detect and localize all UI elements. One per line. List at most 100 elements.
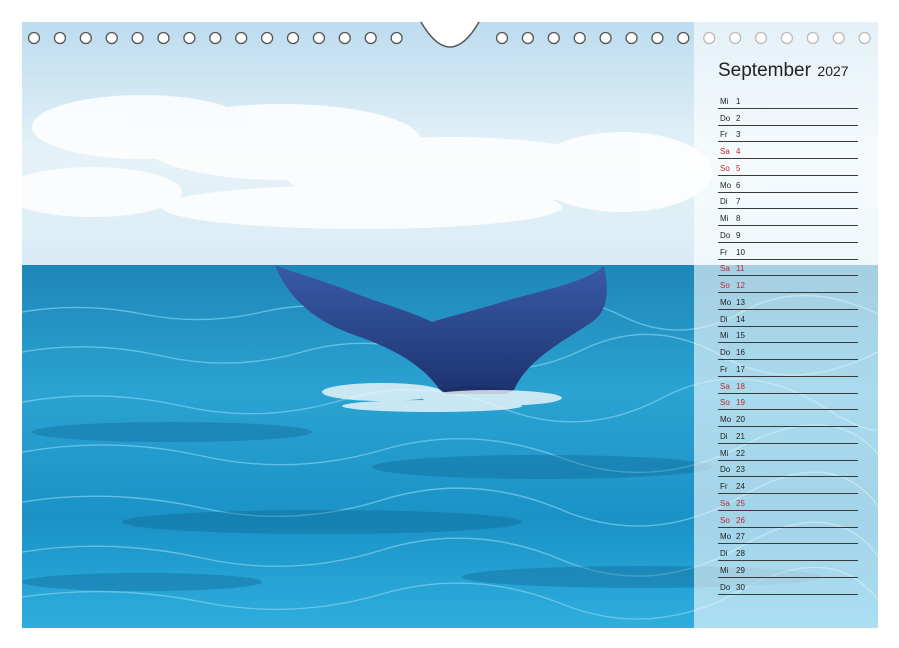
day-number: 12 bbox=[736, 281, 745, 290]
day-row: Do 23 bbox=[718, 461, 858, 478]
weekday-label: So bbox=[720, 398, 730, 408]
weekday-label: Mi bbox=[720, 214, 729, 223]
day-number: 26 bbox=[736, 515, 745, 525]
day-row: Sa 4 bbox=[718, 142, 858, 159]
day-row: Mo 6 bbox=[718, 176, 858, 193]
binding-ring bbox=[390, 31, 403, 45]
weekday-label: Sa bbox=[720, 381, 730, 391]
day-row: Mo 13 bbox=[718, 293, 858, 310]
weekday-label: Mo bbox=[720, 532, 732, 542]
day-row: Fr 10 bbox=[718, 243, 858, 260]
binding-ring bbox=[235, 31, 248, 45]
binding-ring bbox=[260, 31, 274, 45]
day-number: 20 bbox=[736, 415, 745, 424]
day-row: Mo 20 bbox=[718, 410, 858, 427]
day-row: Mi 15 bbox=[718, 327, 858, 344]
binding-ring bbox=[547, 31, 560, 45]
day-row: Mi 29 bbox=[718, 561, 858, 578]
binding-ring bbox=[79, 31, 92, 45]
day-number: 25 bbox=[736, 498, 745, 508]
day-number: 18 bbox=[736, 381, 745, 391]
month-name: September bbox=[718, 60, 811, 81]
weekday-label: Sa bbox=[720, 498, 730, 508]
day-number: 14 bbox=[736, 314, 745, 324]
day-list: Mi 1 Do 2 Fr 3 Sa 4 So 5 Mo 6 Di 7 Mi 8 Do 9 Fr 10 Sa 11 So 12 M… bbox=[718, 92, 858, 595]
day-number: 5 bbox=[736, 163, 741, 173]
binding-ring bbox=[27, 31, 41, 45]
day-row: So 26 bbox=[718, 511, 858, 528]
hanger-notch bbox=[420, 21, 480, 48]
day-row: Mi 8 bbox=[718, 209, 858, 226]
binding-ring bbox=[312, 31, 326, 45]
day-row: Sa 18 bbox=[718, 377, 858, 394]
weekday-label: Sa bbox=[720, 264, 730, 274]
day-row: Do 30 bbox=[718, 578, 858, 595]
binding-ring bbox=[677, 31, 690, 45]
day-number: 4 bbox=[736, 147, 741, 156]
day-row: Do 9 bbox=[718, 226, 858, 243]
day-number: 6 bbox=[736, 180, 741, 190]
day-number: 23 bbox=[736, 465, 745, 475]
day-number: 7 bbox=[736, 197, 741, 207]
day-row: Di 21 bbox=[718, 427, 858, 444]
day-row: Do 16 bbox=[718, 343, 858, 360]
binding-ring bbox=[338, 31, 351, 45]
binding-ring bbox=[625, 31, 638, 45]
day-number: 17 bbox=[736, 364, 745, 374]
day-number: 9 bbox=[736, 230, 741, 240]
calendar-panel: September 2027 Mi 1 Do 2 Fr 3 Sa 4 So 5 Mo 6 Di 7 Mi 8 D… bbox=[694, 22, 878, 628]
day-row: Do 2 bbox=[718, 109, 858, 126]
day-row: Mo 27 bbox=[718, 528, 858, 545]
binding-ring bbox=[651, 31, 664, 45]
weekday-label: Do bbox=[720, 113, 731, 123]
weekday-label: Do bbox=[720, 348, 731, 357]
weekday-label: Fr bbox=[720, 482, 728, 491]
day-number: 8 bbox=[736, 214, 741, 223]
binding-ring bbox=[521, 31, 535, 45]
weekday-label: Mi bbox=[720, 96, 729, 106]
day-number: 27 bbox=[736, 532, 745, 542]
day-number: 13 bbox=[736, 297, 745, 307]
binding-ring bbox=[157, 31, 170, 45]
day-number: 30 bbox=[736, 582, 745, 592]
day-row: Fr 3 bbox=[718, 126, 858, 143]
day-number: 19 bbox=[736, 398, 745, 408]
weekday-label: So bbox=[720, 163, 730, 173]
day-row: Sa 11 bbox=[718, 260, 858, 277]
day-number: 21 bbox=[736, 431, 745, 441]
day-number: 24 bbox=[736, 482, 745, 491]
binding-ring bbox=[599, 31, 612, 45]
day-row: Di 28 bbox=[718, 544, 858, 561]
month-title: September 2027 bbox=[718, 60, 849, 82]
day-row: Fr 17 bbox=[718, 360, 858, 377]
binding-ring bbox=[183, 31, 196, 45]
binding-ring bbox=[573, 31, 586, 45]
weekday-label: Mo bbox=[720, 180, 732, 190]
day-number: 28 bbox=[736, 549, 745, 558]
weekday-label: So bbox=[720, 281, 730, 290]
weekday-label: Fr bbox=[720, 247, 728, 257]
weekday-label: Mo bbox=[720, 415, 732, 424]
binding-ring bbox=[286, 31, 300, 45]
weekday-label: Sa bbox=[720, 147, 730, 156]
binding-ring bbox=[105, 31, 118, 45]
binding-ring bbox=[364, 31, 377, 45]
weekday-label: Mi bbox=[720, 331, 729, 341]
day-number: 22 bbox=[736, 448, 745, 458]
weekday-label: Mi bbox=[720, 565, 729, 575]
day-row: So 19 bbox=[718, 394, 858, 411]
day-number: 1 bbox=[736, 96, 741, 106]
weekday-label: Do bbox=[720, 582, 731, 592]
weekday-label: Do bbox=[720, 465, 731, 475]
day-row: So 5 bbox=[718, 159, 858, 176]
weekday-label: Mo bbox=[720, 297, 732, 307]
weekday-label: Di bbox=[720, 197, 728, 207]
binding-ring bbox=[131, 31, 144, 45]
weekday-label: Fr bbox=[720, 130, 728, 140]
weekday-label: Fr bbox=[720, 364, 728, 374]
day-row: Di 14 bbox=[718, 310, 858, 327]
day-number: 29 bbox=[736, 565, 745, 575]
weekday-label: Di bbox=[720, 549, 728, 558]
weekday-label: So bbox=[720, 515, 730, 525]
day-number: 15 bbox=[736, 331, 745, 341]
